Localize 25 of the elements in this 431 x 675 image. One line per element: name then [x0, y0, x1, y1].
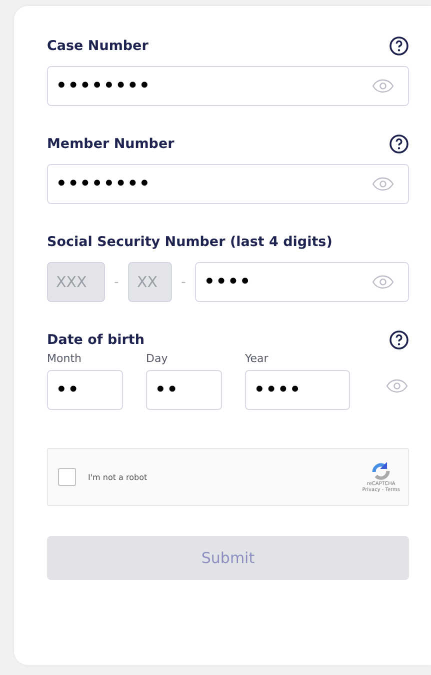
separator: -: [180, 274, 187, 290]
input-field[interactable]: ••••••••: [47, 66, 409, 106]
eye-icon[interactable]: [372, 177, 394, 191]
input-field[interactable]: ••: [47, 370, 123, 410]
input-field[interactable]: ••: [146, 370, 222, 410]
sub-label: Month: [47, 352, 82, 365]
eye-icon[interactable]: [386, 379, 408, 393]
field-label: Case Number: [47, 38, 148, 54]
input-field[interactable]: ••••: [195, 262, 409, 302]
help-icon[interactable]: [389, 36, 409, 56]
help-icon[interactable]: [389, 330, 409, 350]
field-label: Social Security Number (last 4 digits): [47, 234, 332, 250]
input-field[interactable]: ••••: [245, 370, 350, 410]
field-label: Date of birth: [47, 332, 144, 348]
help-icon[interactable]: [389, 134, 409, 154]
captcha-checkbox[interactable]: [58, 468, 76, 486]
sub-label: Year: [245, 352, 270, 365]
input-field[interactable]: ••••••••: [47, 164, 409, 204]
recaptcha-icon: [370, 461, 392, 481]
sub-label: Day: [146, 352, 169, 365]
eye-icon[interactable]: [372, 275, 394, 289]
field-label: Member Number: [47, 136, 174, 152]
separator: -: [113, 274, 120, 290]
captcha-label: I'm not a robot: [88, 472, 148, 482]
eye-icon[interactable]: [372, 79, 394, 93]
